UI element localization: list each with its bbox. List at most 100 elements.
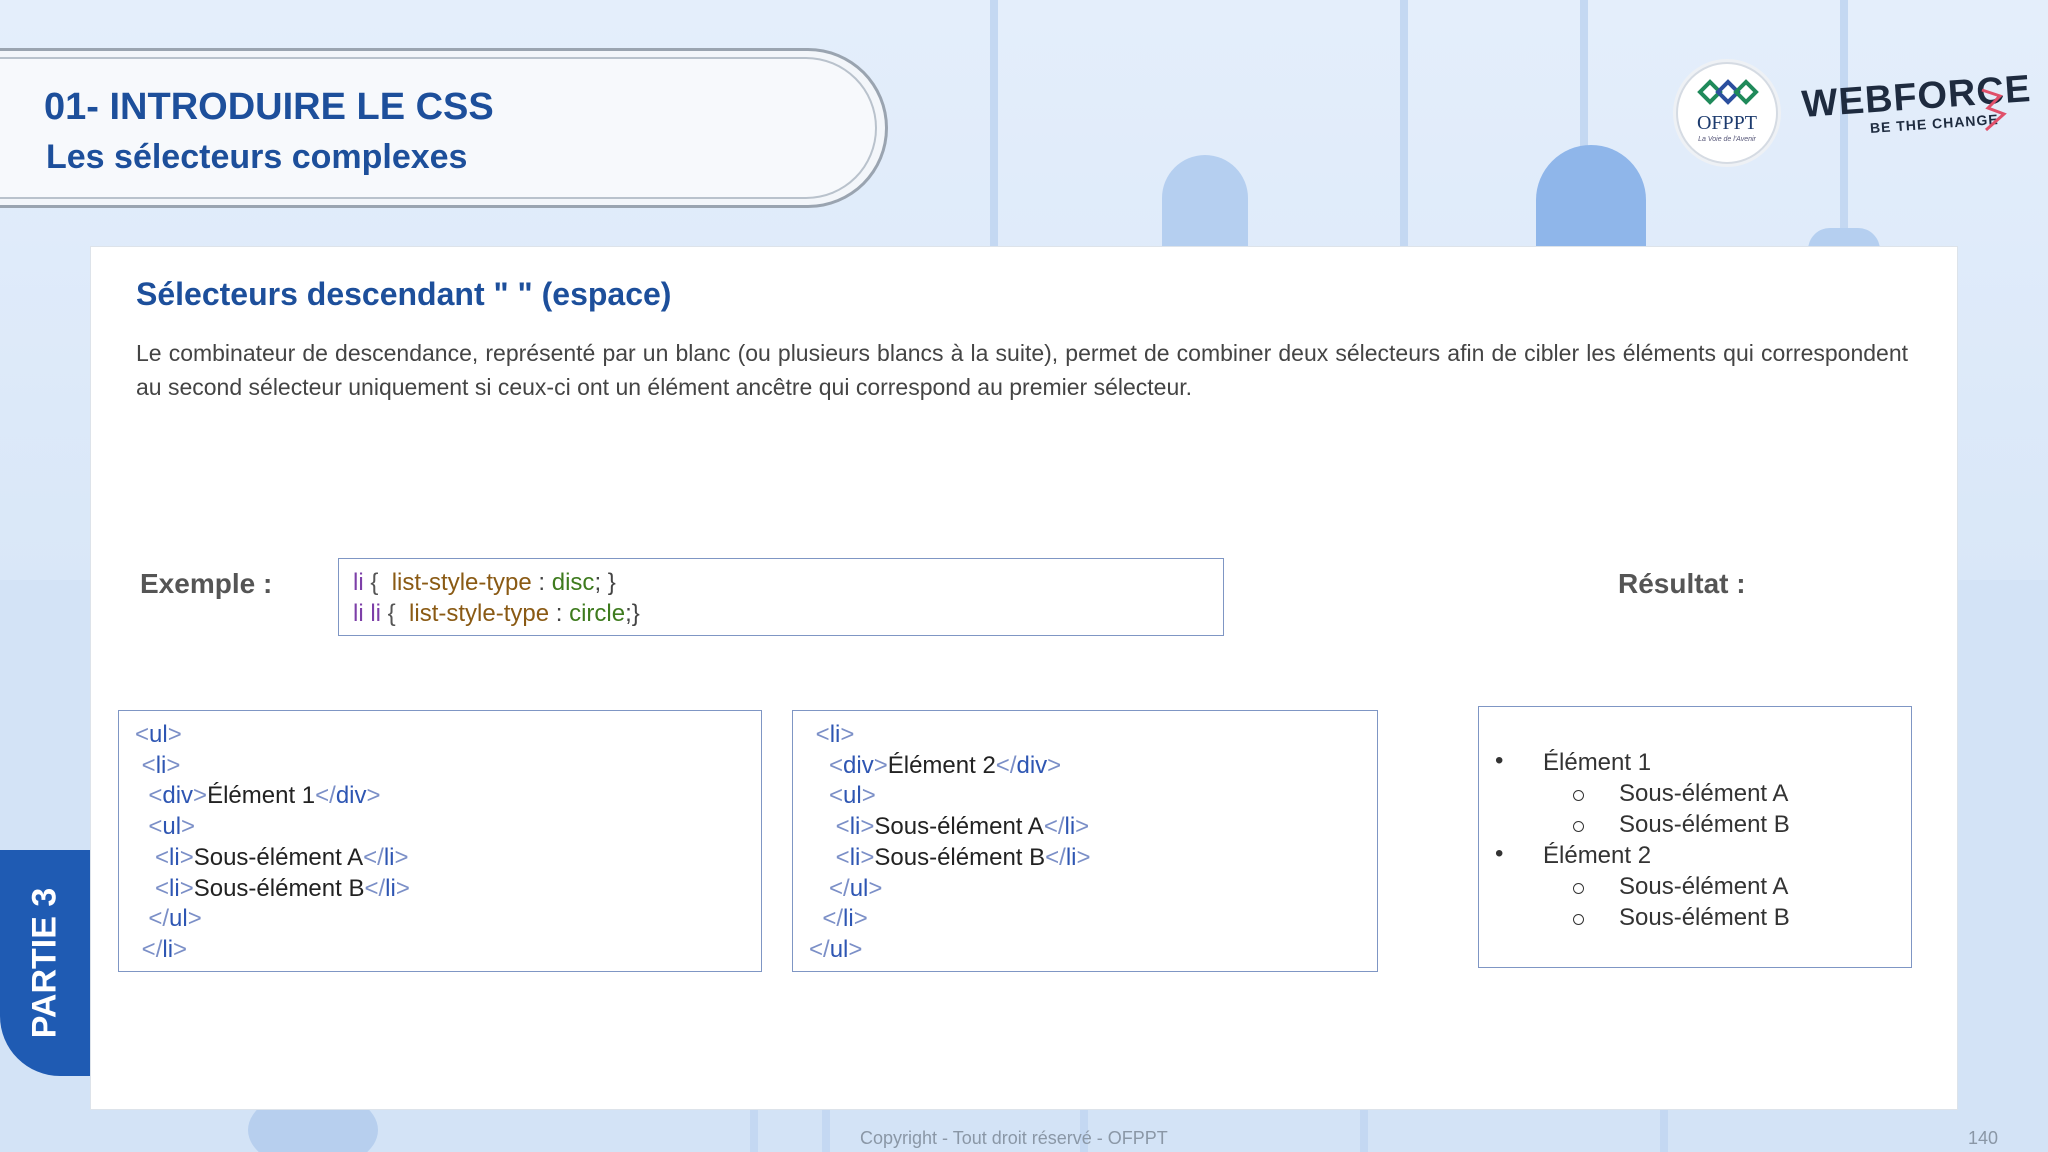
code-tag-name: ul [829, 935, 849, 963]
ofppt-tagline: La Voie de l'Avenir [1698, 136, 1756, 143]
code-tag-name: ul [169, 905, 188, 933]
code-bracket: < [835, 813, 850, 841]
html-code-line: <li> [809, 720, 1361, 751]
code-bracket: </ [148, 905, 170, 933]
code-bracket: > [1076, 843, 1091, 871]
code-bracket: </ [829, 874, 850, 902]
code-bracket: < [815, 721, 830, 748]
result-subitem: Sous-élément B [1619, 904, 1790, 931]
code-tag-name: ul [849, 874, 869, 902]
code-tag-name: li [169, 874, 180, 902]
css-rule-line: li { list-style-type : disc; } [353, 567, 1209, 598]
code-tag-name: li [843, 905, 854, 933]
code-bracket: > [868, 874, 883, 902]
html-code-line: <ul> [809, 781, 1361, 812]
code-bracket: > [853, 905, 868, 933]
result-list-box: • Élément 1 Sous-élément A Sous-élément B • É… [1478, 706, 1912, 968]
code-bracket: </ [315, 782, 336, 810]
ofppt-wordmark: OFPPT [1696, 112, 1758, 134]
code-bracket: < [829, 782, 844, 810]
code-bracket: > [193, 782, 208, 810]
code-bracket: </ [363, 843, 384, 871]
disc-bullet-icon: • [1495, 840, 1504, 867]
html-code-line: <div>Élément 1</div> [135, 781, 745, 812]
code-bracket: > [861, 782, 876, 810]
code-tag-name: li [383, 843, 395, 871]
html-code-line: </li> [135, 935, 745, 966]
code-tag-name: div [335, 782, 367, 810]
page-subtitle: Les sélecteurs complexes [46, 138, 468, 176]
html-code-line: </ul> [809, 874, 1361, 905]
html-code-line: </ul> [809, 935, 1361, 966]
code-bracket: > [860, 843, 875, 871]
code-text: Sous-élément A [874, 813, 1044, 841]
ofppt-emblem-icon [1697, 79, 1759, 105]
code-bracket: < [141, 751, 156, 779]
circle-bullet-icon [1573, 821, 1584, 832]
code-tag-name: li [849, 813, 861, 841]
code-bracket: > [873, 751, 888, 779]
circle-bullet-icon [1573, 883, 1584, 894]
example-label: Exemple : [140, 568, 273, 599]
code-bracket: > [179, 843, 194, 871]
copyright-text: Copyright - Tout droit réservé - OFPPT [860, 1128, 1168, 1148]
code-bracket: > [395, 874, 410, 902]
html-code-box-2: <li> <div>Élément 2</div> <ul> <li>Sous-… [792, 710, 1378, 972]
css-property: list-style-type [409, 600, 550, 627]
code-tag-name: ul [149, 721, 168, 748]
html-code-line: <li>Sous-élément A</li> [809, 812, 1361, 843]
css-value: disc [551, 569, 595, 596]
code-bracket: > [860, 813, 875, 841]
html-code-line: </li> [809, 904, 1361, 935]
code-bracket: > [1075, 813, 1090, 841]
code-bracket: > [187, 905, 202, 933]
code-tag-name: li [169, 843, 180, 871]
code-text: Sous-élément A [193, 843, 364, 871]
code-bracket: > [840, 721, 855, 748]
code-bracket: </ [995, 751, 1017, 779]
result-label: Résultat : [1618, 568, 1746, 599]
page-title: 01- INTRODUIRE LE CSS [44, 86, 494, 128]
code-bracket: > [173, 935, 188, 963]
css-selector: li [353, 569, 364, 596]
code-tag-name: li [849, 843, 861, 871]
code-bracket: </ [1043, 813, 1065, 841]
result-subitem: Sous-élément B [1619, 811, 1790, 838]
code-bracket: > [181, 813, 196, 841]
code-bracket: </ [1045, 843, 1066, 871]
result-item: Élément 2 [1543, 842, 1652, 869]
code-bracket: > [366, 782, 381, 810]
code-tag-name: div [1016, 751, 1048, 779]
css-colon: : [531, 569, 552, 596]
css-end: ;} [625, 600, 640, 627]
css-value: circle [569, 600, 626, 627]
css-colon: : [549, 600, 570, 627]
css-code-box: li { list-style-type : disc; } li li { li… [338, 558, 1224, 636]
circle-bullet-icon [1573, 790, 1584, 801]
html-code-line: </ul> [135, 904, 745, 935]
code-text: Élément 1 [207, 782, 316, 810]
html-code-line: <ul> [135, 812, 745, 843]
code-bracket: </ [364, 874, 386, 902]
css-brace: { [363, 569, 392, 596]
section-title: Sélecteurs descendant " " (espace) [136, 276, 672, 312]
code-tag-name: li [829, 721, 841, 748]
code-bracket: </ [822, 905, 844, 933]
code-bracket: < [155, 874, 170, 902]
css-property: list-style-type [391, 569, 532, 596]
disc-bullet-icon: • [1495, 747, 1504, 774]
code-tag-name: div [843, 751, 874, 779]
code-tag-name: li [1064, 813, 1076, 841]
html-code-line: <li>Sous-élément A</li> [135, 843, 745, 874]
code-tag-name: div [162, 782, 194, 810]
code-tag-name: li [385, 874, 396, 902]
css-rule-line: li li { list-style-type : circle;} [353, 598, 1209, 629]
code-bracket: < [135, 721, 150, 748]
code-bracket: </ [141, 935, 163, 963]
webforce-mark-icon [1981, 88, 2007, 132]
code-text: Élément 2 [887, 751, 996, 779]
ofppt-logo: OFPPT La Voie de l'Avenir [1676, 62, 1778, 164]
html-code-line: <div>Élément 2</div> [809, 751, 1361, 782]
code-bracket: > [848, 935, 863, 963]
section-description: Le combinateur de descendance, représent… [136, 340, 1908, 400]
